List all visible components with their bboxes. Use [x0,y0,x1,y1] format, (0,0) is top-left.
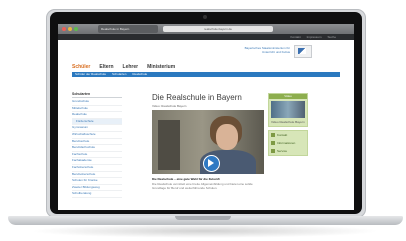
main-nav: Schüler Eltern Lehrer Ministerium [72,64,175,70]
laptop-notch [175,216,231,220]
info-box: Kontakt Informationen Service [268,130,308,156]
teaser-title: Video [269,94,307,99]
close-icon[interactable] [62,27,66,31]
crest-icon [298,48,306,54]
sidebar-title: Schularten [72,92,122,98]
sidebar-item[interactable]: Berufsschule [72,139,122,146]
sidebar-item[interactable]: Wirtschaftsschule [72,132,122,139]
browser-toolbar: Realschule in Bayern realschule.bayern.d… [58,24,354,34]
ministry-logo[interactable] [294,45,312,58]
teaser-image[interactable] [271,101,305,118]
info-link-label: Informationen [277,141,296,145]
info-link-service[interactable]: Service [269,147,307,155]
sidebar-item-selected[interactable]: Förderschule [72,118,122,126]
sidebar-item[interactable]: Schulen für Kranke [72,178,122,185]
video-caption: Die Realschule – eine gute Wahl für die … [152,177,264,181]
info-link-information[interactable]: Informationen [269,139,307,147]
breadcrumb: Schüler der Realschule Schularten Realsc… [72,72,340,77]
service-icon [271,149,275,153]
body-text: Die Realschule vermittelt eine breite Al… [152,182,253,190]
sidebar: Schularten Grundschule Mittelschule Real… [72,92,122,198]
info-icon [271,141,275,145]
nav-item-parents[interactable]: Eltern [99,64,113,70]
sidebar-item[interactable]: Zweiter Bildungsweg [72,185,122,192]
sidebar-item[interactable]: Schulberatung [72,191,122,198]
address-bar[interactable]: realschule.bayern.de [163,26,273,32]
camera-icon [203,15,207,19]
top-link-imprint[interactable]: Impressum [307,34,322,40]
breadcrumb-item[interactable]: Realschule [132,72,147,77]
nav-item-ministry[interactable]: Ministerium [147,64,175,70]
sidebar-item[interactable]: Fachschule [72,152,122,159]
info-link-label: Service [277,149,288,153]
teaser-label: Video Realschule Bayern [271,120,305,124]
sidebar-item[interactable]: Gymnasium [72,125,122,132]
top-links: Kontakt Impressum Suche [290,34,336,40]
play-icon[interactable] [208,159,214,167]
top-link-contact[interactable]: Kontakt [290,34,300,40]
sidebar-item[interactable]: Berufsoberschule [72,172,122,179]
browser-screen: Realschule in Bayern realschule.bayern.d… [58,24,354,210]
maximize-icon[interactable] [74,27,78,31]
right-column: Video Video Realschule Bayern Kontakt In… [268,93,308,159]
sidebar-item[interactable]: Grundschule [72,99,122,106]
caption-text: Die Realschule – eine gute Wahl für die … [152,177,220,181]
nav-item-students[interactable]: Schüler [72,64,90,70]
video-player[interactable] [152,110,264,174]
info-link-label: Kontakt [277,133,288,137]
minimize-icon[interactable] [68,27,72,31]
top-link-search[interactable]: Suche [327,34,336,40]
video-person-face [216,124,238,150]
contact-icon [271,133,275,137]
nav-item-teachers[interactable]: Lehrer [123,64,139,70]
sidebar-item[interactable]: Realschule [72,112,122,119]
sidebar-item[interactable]: Fachakademie [72,158,122,165]
video-background-object [158,120,180,170]
breadcrumb-item[interactable]: Schüler der Realschule [75,72,106,77]
ministry-name: Bayerisches Staatsministerium für Unterr… [244,46,290,54]
video-subtitle: Video: Realschule Bayern [152,104,187,108]
laptop-shadow [30,224,380,238]
sidebar-item[interactable]: Mittelschule [72,106,122,113]
breadcrumb-item[interactable]: Schularten [112,72,126,77]
sidebar-item[interactable]: Berufsfachschule [72,145,122,152]
page-title: Die Realschule in Bayern [152,93,242,102]
video-teaser-box[interactable]: Video Video Realschule Bayern [268,93,308,127]
browser-tab[interactable]: Realschule in Bayern [98,25,158,33]
info-link-contact[interactable]: Kontakt [269,131,307,139]
sidebar-item[interactable]: Fachoberschule [72,165,122,172]
